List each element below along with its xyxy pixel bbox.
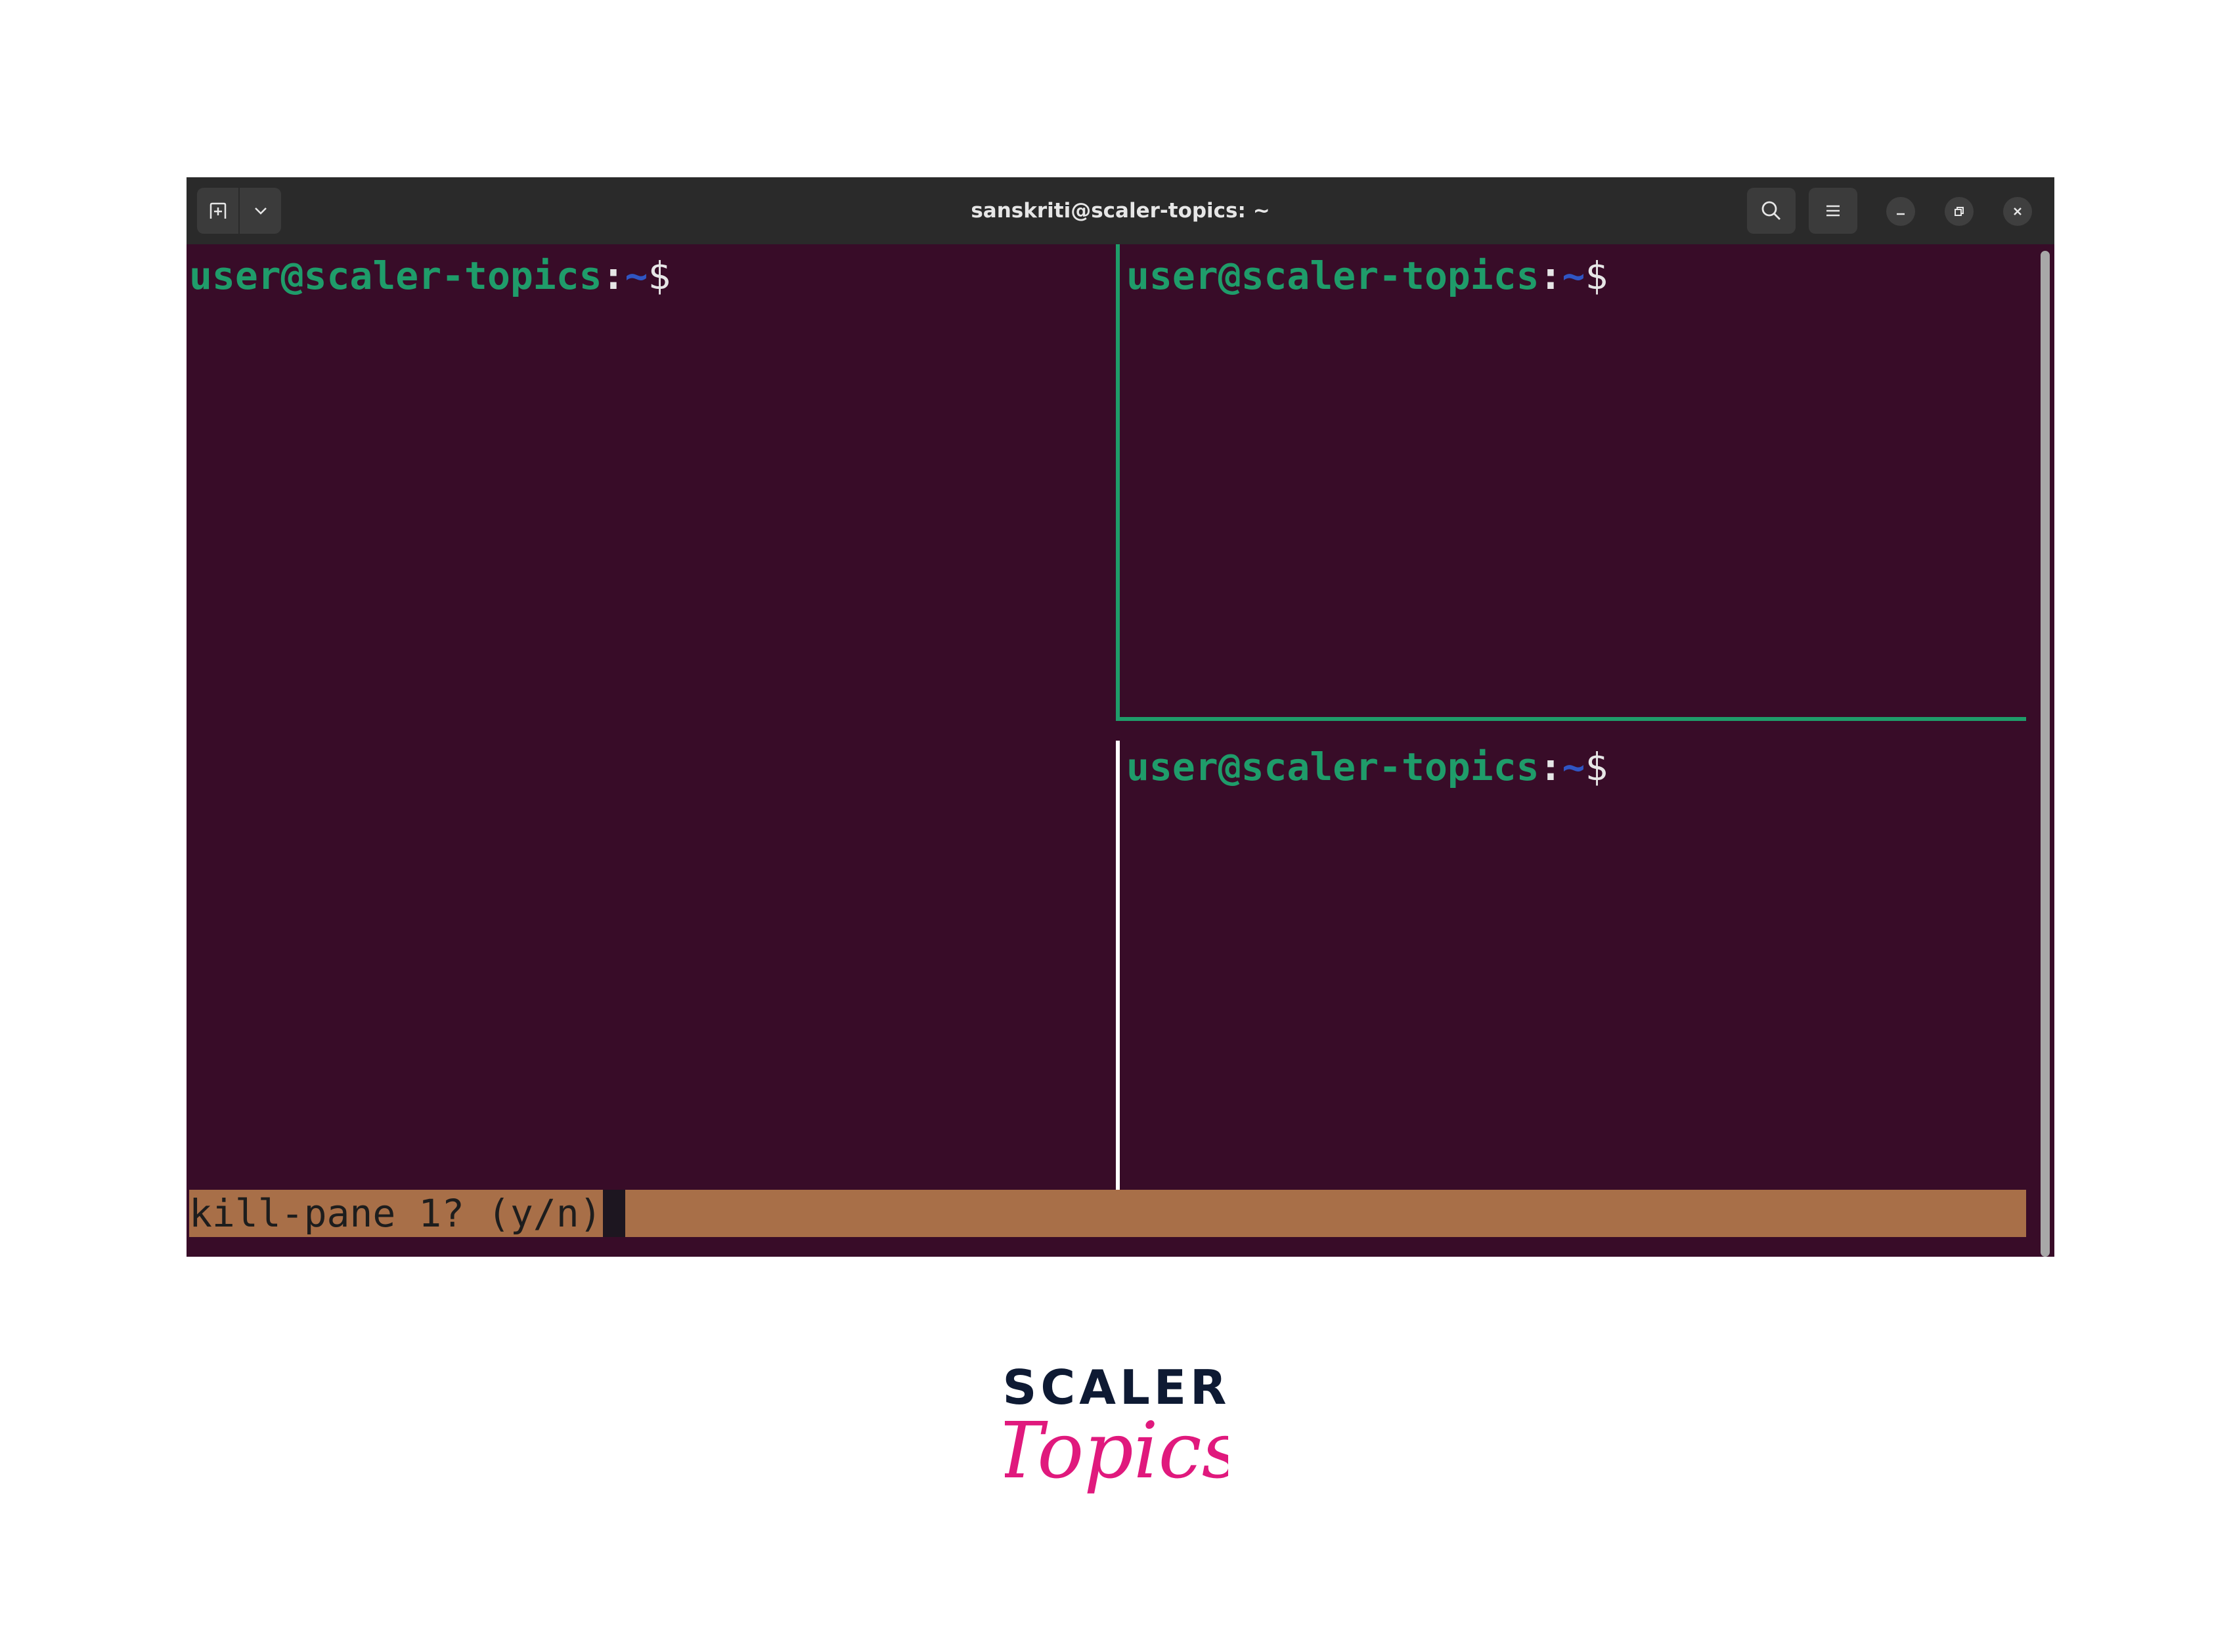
prompt-colon: : bbox=[1539, 745, 1562, 789]
prompt-symbol: $ bbox=[1585, 745, 1608, 789]
terminal-area[interactable]: user@scaler-topics:~$ user@scaler-topics… bbox=[187, 244, 2044, 1257]
restore-button[interactable] bbox=[1945, 197, 1974, 226]
pane-left[interactable]: user@scaler-topics:~$ bbox=[187, 244, 1116, 1190]
close-icon bbox=[2014, 207, 2022, 215]
scaler-topics-logo: SCALER Topics bbox=[1005, 1360, 1228, 1496]
scrollbar[interactable] bbox=[2041, 251, 2050, 1257]
search-button[interactable] bbox=[1747, 188, 1796, 234]
prompt-path: ~ bbox=[1562, 253, 1585, 298]
terminal-window: sanskriti@scaler-topics: ~ user@scaler-t… bbox=[187, 177, 2054, 1257]
status-cursor-gap bbox=[603, 1190, 625, 1237]
pane-divider-vertical[interactable] bbox=[1116, 741, 1120, 1191]
shell-prompt: user@scaler-topics:~$ bbox=[1126, 741, 1608, 793]
title-bar: sanskriti@scaler-topics: ~ bbox=[187, 177, 2054, 244]
prompt-path: ~ bbox=[1562, 745, 1585, 789]
kill-pane-confirm-prompt: kill-pane 1? (y/n) bbox=[189, 1190, 603, 1237]
logo-topics-text: Topics bbox=[1005, 1405, 1228, 1496]
prompt-user-host: user@scaler-topics bbox=[189, 253, 602, 298]
prompt-colon: : bbox=[602, 253, 625, 298]
prompt-symbol: $ bbox=[648, 253, 671, 298]
pane-divider-horizontal[interactable] bbox=[1116, 717, 2026, 721]
prompt-user-host: user@scaler-topics bbox=[1126, 253, 1539, 298]
pane-bottom-right[interactable]: user@scaler-topics:~$ bbox=[1120, 721, 2026, 1190]
prompt-symbol: $ bbox=[1585, 253, 1608, 298]
minimize-icon bbox=[1897, 213, 1905, 215]
shell-prompt: user@scaler-topics:~$ bbox=[1126, 250, 1608, 302]
status-bar bbox=[625, 1190, 2026, 1237]
pane-divider-vertical-active[interactable] bbox=[1116, 244, 1120, 717]
restore-icon bbox=[1955, 207, 1964, 216]
prompt-colon: : bbox=[1539, 253, 1562, 298]
prompt-path: ~ bbox=[625, 253, 648, 298]
menu-icon bbox=[1826, 205, 1840, 217]
pane-top-right[interactable]: user@scaler-topics:~$ bbox=[1120, 244, 2026, 717]
close-button[interactable] bbox=[2003, 197, 2032, 226]
prompt-user-host: user@scaler-topics bbox=[1126, 745, 1539, 789]
minimize-button[interactable] bbox=[1886, 197, 1915, 226]
search-icon bbox=[1761, 201, 1780, 220]
menu-button[interactable] bbox=[1809, 188, 1857, 234]
shell-prompt: user@scaler-topics:~$ bbox=[189, 250, 671, 302]
